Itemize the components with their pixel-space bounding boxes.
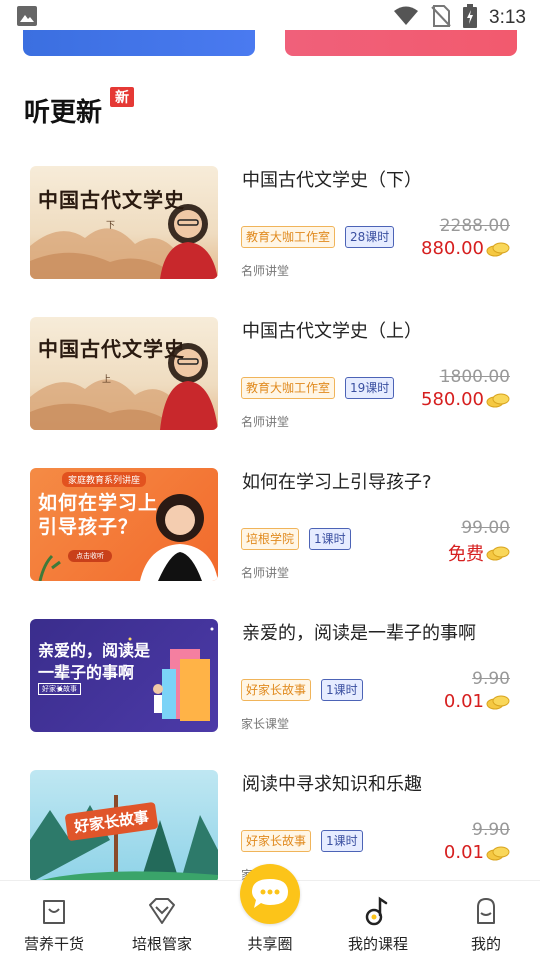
thumbnail-subtitle: 下	[106, 221, 116, 231]
course-category: 家长课堂	[241, 717, 290, 731]
user-icon	[477, 898, 495, 924]
music-note-icon	[365, 896, 388, 926]
course-thumbnail[interactable]: 中国古代文学史 下	[30, 166, 218, 279]
nav-item-nutrition[interactable]: 营养干货	[0, 881, 108, 960]
thumbnail-title: 中国古代文学史	[38, 337, 185, 361]
thumbnail-line-1: 如何在学习上	[38, 492, 159, 514]
price-row: 0.01	[444, 842, 510, 863]
price-row: 880.00	[421, 238, 510, 259]
thumbnail-header: 家庭教育系列讲座	[62, 472, 147, 487]
course-thumbnail[interactable]: 好家长故事	[30, 770, 218, 883]
coin-icon	[486, 846, 510, 860]
new-badge: 新	[110, 87, 134, 107]
lessons-tag: 1课时	[321, 830, 363, 852]
section-title: 听更新	[24, 98, 103, 128]
price-row: 580.00	[421, 389, 510, 410]
image-notification-icon	[16, 5, 38, 31]
course-category: 名师讲堂	[241, 415, 290, 429]
mountain-landscape-icon	[30, 204, 218, 279]
thumbnail-tag: 好家长故事	[38, 683, 81, 695]
lessons-tag: 28课时	[345, 226, 395, 248]
diamond-icon	[149, 898, 175, 924]
nav-label: 我的	[470, 935, 501, 953]
nav-label: 培根管家	[131, 935, 192, 953]
battery-charging-icon	[463, 4, 478, 32]
lessons-tag: 19课时	[345, 377, 395, 399]
price: 880.00	[421, 238, 484, 259]
thumbnail-line-2: 一辈子的事啊	[38, 663, 135, 682]
course-title[interactable]: 阅读中寻求知识和乐趣	[242, 770, 422, 796]
lessons-tag: 1课时	[309, 528, 351, 550]
price: 免费	[448, 544, 484, 565]
course-thumbnail[interactable]: 中国古代文学史 上	[30, 317, 218, 430]
course-title[interactable]: 如何在学习上引导孩子?	[242, 468, 432, 494]
bag-icon	[43, 900, 65, 924]
coin-icon	[486, 393, 510, 407]
promo-banner-left[interactable]	[23, 30, 255, 56]
course-item[interactable]: 中国古代文学史 下 中国古代文学史（下） 教育大咖工作室 28课时 名师讲堂 2…	[30, 166, 520, 280]
status-time: 3:13	[489, 7, 526, 28]
nav-label: 我的课程	[347, 935, 408, 953]
coin-icon	[486, 695, 510, 709]
coin-icon	[486, 546, 510, 561]
course-item[interactable]: 中国古代文学史 上 中国古代文学史（上） 教育大咖工作室 19课时 名师讲堂 1…	[30, 317, 520, 431]
course-title[interactable]: 中国古代文学史（下）	[242, 166, 422, 192]
share-circle-button[interactable]	[240, 864, 300, 924]
org-tag: 好家长故事	[241, 679, 312, 701]
nav-item-profile[interactable]: 我的	[432, 881, 540, 960]
course-category: 名师讲堂	[241, 264, 290, 278]
course-thumbnail[interactable]: 家庭教育系列讲座 如何在学习上 引导孩子？ 点击收听	[30, 468, 218, 581]
price: 0.01	[443, 691, 484, 712]
course-item[interactable]: 家庭教育系列讲座 如何在学习上 引导孩子？ 点击收听 如何在学习上引导孩子? 培…	[30, 468, 520, 582]
course-title[interactable]: 亲爱的，阅读是一辈子的事啊	[242, 619, 476, 645]
no-sim-icon	[431, 5, 451, 31]
course-thumbnail[interactable]: 亲爱的，阅读是 一辈子的事啊 好家长故事	[30, 619, 218, 732]
promo-banner-right[interactable]	[285, 30, 517, 56]
course-category: 名师讲堂	[241, 566, 290, 580]
original-price: 2288.00	[439, 216, 510, 236]
price: 580.00	[421, 389, 484, 410]
thumbnail-line-1: 亲爱的，阅读是	[38, 641, 151, 660]
thumbnail-subtitle: 上	[102, 375, 112, 385]
original-price: 9.90	[472, 669, 510, 689]
nav-label: 营养干货	[23, 935, 84, 953]
nav-item-my-courses[interactable]: 我的课程	[324, 881, 432, 960]
course-title[interactable]: 中国古代文学史（上）	[242, 317, 422, 343]
org-tag: 好家长故事	[241, 830, 312, 852]
org-tag: 培根学院	[241, 528, 300, 550]
price-row: 免费	[448, 540, 510, 566]
org-tag: 教育大咖工作室	[241, 226, 336, 248]
coin-icon	[486, 242, 510, 256]
course-item[interactable]: 亲爱的，阅读是 一辈子的事啊 好家长故事 亲爱的，阅读是一辈子的事啊 好家长故事…	[30, 619, 520, 733]
original-price: 1800.00	[439, 367, 510, 387]
status-icons: 3:13	[393, 4, 526, 32]
thumbnail-title: 中国古代文学史	[38, 188, 185, 212]
original-price: 99.00	[461, 518, 510, 538]
thumbnail-listen-button: 点击收听	[68, 550, 112, 562]
wifi-icon	[393, 6, 419, 30]
price: 0.01	[443, 842, 484, 863]
org-tag: 教育大咖工作室	[241, 377, 336, 399]
thumbnail-line-2: 引导孩子？	[38, 516, 139, 538]
original-price: 9.90	[472, 820, 510, 840]
price-row: 0.01	[444, 691, 510, 712]
lessons-tag: 1课时	[321, 679, 363, 701]
nav-label: 共享圈	[247, 935, 293, 953]
nav-item-butler[interactable]: 培根管家	[108, 881, 216, 960]
chat-bubble-icon	[252, 879, 288, 908]
